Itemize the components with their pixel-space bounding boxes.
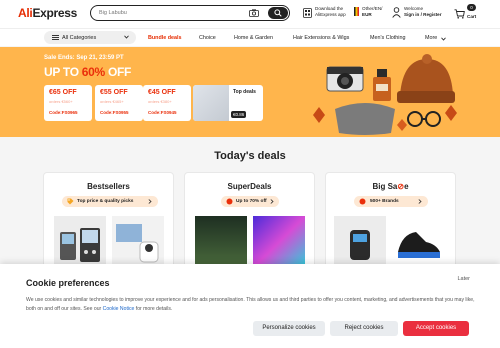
cookie-notice-link[interactable]: Cookie Notice	[103, 306, 135, 312]
brand-icon	[359, 198, 366, 205]
locale-line2: EUR	[362, 12, 372, 17]
coupon-amount: €65 OFF	[49, 89, 77, 96]
search-icon	[274, 9, 282, 17]
coupon-orders: orders €465+	[100, 99, 124, 104]
nav-hair-extensions-wigs[interactable]: Hair Extensions & Wigs	[293, 35, 349, 41]
coupon-card[interactable]: €45 OFF orders €380+ Code:FS0945	[143, 85, 191, 121]
coupon-amount: €55 OFF	[100, 89, 128, 96]
search-bar	[90, 5, 290, 21]
tag-icon	[226, 198, 233, 205]
coupon-card[interactable]: €55 OFF orders €465+ Code:FS0955	[95, 85, 143, 121]
sign-in-register-text: Sign in / Register	[404, 12, 442, 17]
superdeals-pill-label: Up to 70% off	[236, 199, 267, 204]
cart-label[interactable]: Cart	[467, 14, 476, 20]
promo-banner[interactable]: Sale Ends: Sep 21, 23:59 PT UP TO 60% OF…	[0, 47, 500, 137]
download-app-link[interactable]: Download the AliExpress app	[315, 6, 346, 18]
big-save-card[interactable]: Big Sa⊘e 500+ Brands	[325, 172, 456, 272]
big-save-pill[interactable]: 500+ Brands	[354, 196, 428, 207]
chevron-down-icon	[124, 35, 129, 39]
all-categories-label: All Categories	[62, 34, 97, 41]
coupon-orders: orders €560+	[49, 99, 73, 104]
cookie-text-after: for more details.	[134, 306, 173, 312]
chevron-right-icon	[148, 199, 152, 204]
camera-icon[interactable]	[249, 9, 259, 17]
belgium-flag-icon	[354, 7, 359, 16]
menu-icon	[52, 35, 59, 40]
search-input[interactable]	[99, 10, 249, 16]
coupon-code: Code:FS0965	[49, 110, 78, 115]
product-image-projector[interactable]	[112, 216, 164, 268]
big-save-title-suffix: e	[404, 182, 409, 191]
upto-off-headline: UP TO 60% OFF	[44, 65, 131, 79]
product-image-garden-lights[interactable]	[195, 216, 247, 268]
bestsellers-title: Bestsellers	[87, 182, 130, 191]
qr-code-icon[interactable]	[303, 8, 312, 18]
locale-selector[interactable]: Other/EN/ EUR	[362, 6, 382, 18]
user-icon[interactable]	[392, 7, 401, 18]
sale-end-text: Sale Ends: Sep 21, 23:59 PT	[44, 55, 124, 61]
nav-mens-clothing[interactable]: Men's Clothing	[370, 35, 406, 41]
todays-deals-title: Today's deals	[214, 150, 286, 162]
product-image-tire-inflator[interactable]	[334, 216, 386, 268]
accept-cookies-button[interactable]: Accept cookies	[403, 321, 469, 336]
cookie-later-button[interactable]: Later	[457, 276, 470, 282]
category-nav: All Categories Bundle deals Choice Home …	[0, 28, 500, 46]
nav-home-garden[interactable]: Home & Garden	[234, 35, 273, 41]
cookie-banner: Cookie preferences Later We use cookies …	[0, 264, 500, 348]
tag-icon	[67, 198, 74, 205]
logo-part2: Express	[32, 6, 78, 20]
projector-icon	[116, 224, 159, 263]
top-deals-product-image	[193, 85, 229, 121]
more-chevron-icon	[441, 37, 446, 41]
chevron-right-icon	[418, 199, 422, 204]
sign-in-link[interactable]: Welcome Sign in / Register	[404, 6, 442, 18]
superdeals-title: SuperDeals	[227, 182, 272, 191]
product-image-sneakers[interactable]	[392, 216, 444, 268]
handheld-console-icon	[60, 228, 100, 262]
coupon-amount: €45 OFF	[148, 89, 176, 96]
upto-prefix: UP TO	[44, 65, 82, 79]
nav-choice[interactable]: Choice	[199, 35, 216, 41]
top-deals-card[interactable]: Top deals €0.86	[193, 85, 263, 121]
bestsellers-pill-label: Top price & quality picks	[77, 199, 134, 204]
coupon-code: Code:FS0945	[148, 110, 177, 115]
upto-suffix: OFF	[104, 65, 132, 79]
tire-inflator-icon	[350, 230, 370, 260]
top-deals-price: €0.86	[231, 111, 247, 118]
product-image-handheld-console[interactable]	[54, 216, 106, 268]
superdeals-pill[interactable]: Up to 70% off	[221, 196, 279, 207]
personalize-cookies-button[interactable]: Personalize cookies	[253, 321, 325, 336]
nav-bundle-deals[interactable]: Bundle deals	[148, 35, 182, 41]
nav-more[interactable]: More	[425, 35, 437, 41]
download-line2: AliExpress app	[315, 12, 346, 17]
sneaker-icon	[398, 232, 440, 258]
header: AliExpress Download the AliExpress app O…	[0, 0, 500, 28]
big-save-pill-label: 500+ Brands	[370, 199, 399, 204]
bestsellers-card[interactable]: Bestsellers Top price & quality picks	[43, 172, 174, 272]
big-save-title-prefix: Big Sa	[372, 182, 398, 191]
big-save-title: Big Sa⊘e	[372, 182, 409, 191]
cookie-text-before: We use cookies and similar technologies …	[26, 297, 475, 312]
chevron-right-icon	[270, 199, 274, 204]
coupon-card[interactable]: €65 OFF orders €560+ Code:FS0965	[44, 85, 92, 121]
reject-cookies-button[interactable]: Reject cookies	[330, 321, 398, 336]
cookie-title: Cookie preferences	[26, 278, 110, 288]
search-button[interactable]	[268, 7, 288, 19]
logo-part1: Ali	[18, 6, 33, 20]
product-image-led-lights[interactable]	[253, 216, 305, 268]
superdeals-card[interactable]: SuperDeals Up to 70% off	[184, 172, 315, 272]
banner-product-art	[313, 54, 457, 135]
bestsellers-pill[interactable]: Top price & quality picks	[62, 196, 158, 207]
coupon-orders: orders €380+	[148, 99, 172, 104]
top-deals-label: Top deals	[233, 89, 256, 95]
cookie-text: We use cookies and similar technologies …	[26, 296, 476, 314]
page: AliExpress Download the AliExpress app O…	[0, 0, 500, 348]
aliexpress-logo[interactable]: AliExpress	[18, 6, 77, 20]
coupon-code: Code:FS0955	[100, 110, 129, 115]
cart-count-badge: 0	[467, 4, 476, 11]
cart-icon[interactable]	[454, 9, 465, 19]
all-categories-button[interactable]: All Categories	[44, 31, 136, 44]
upto-percent: 60%	[81, 65, 105, 79]
